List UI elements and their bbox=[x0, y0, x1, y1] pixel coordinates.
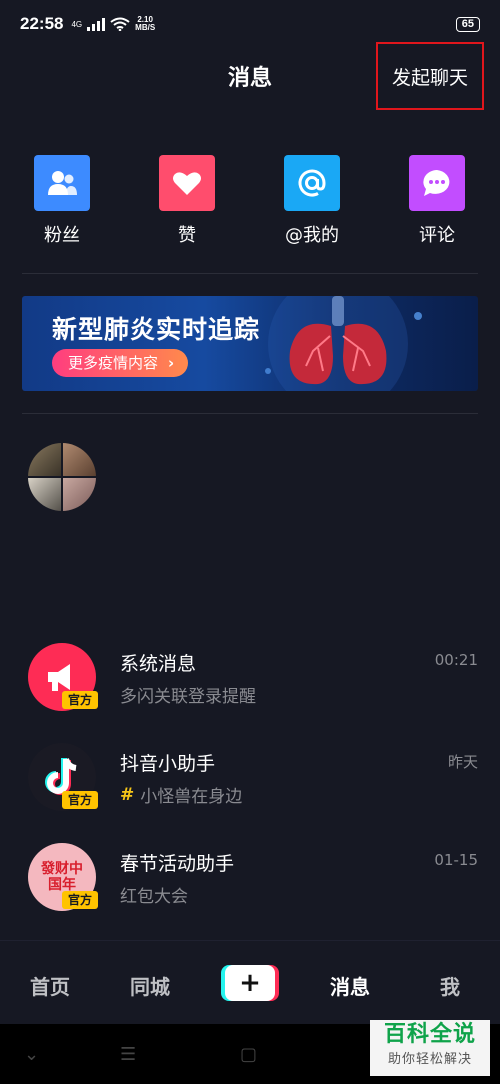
quick-action-label: @我的 bbox=[285, 225, 339, 246]
quick-actions: 粉丝 赞 @我的 评论 bbox=[0, 155, 500, 250]
divider bbox=[22, 413, 478, 414]
banner-button-label: 更多疫情内容 bbox=[68, 354, 159, 372]
avatar bbox=[28, 443, 61, 476]
message-item-spring-festival[interactable]: 發财中国年 官方 春节活动助手 红包大会 01-15 bbox=[0, 843, 500, 923]
message-item-system[interactable]: 官方 系统消息 多闪关联登录提醒 00:21 bbox=[0, 643, 500, 723]
status-time: 22:58 bbox=[20, 14, 64, 33]
wifi-icon bbox=[110, 17, 130, 31]
message-preview: 红包大会 bbox=[120, 882, 188, 907]
message-title: 系统消息 bbox=[120, 653, 197, 675]
divider bbox=[22, 273, 478, 274]
quick-action-fans[interactable]: 粉丝 bbox=[12, 155, 112, 247]
epidemic-banner[interactable]: 新型肺炎实时追踪 更多疫情内容 › bbox=[22, 296, 478, 391]
nav-menu-icon[interactable]: ☰ bbox=[120, 1044, 136, 1065]
network-label: 4G bbox=[71, 19, 83, 29]
comment-icon bbox=[409, 155, 465, 211]
banner-more-button[interactable]: 更多疫情内容 › bbox=[52, 349, 189, 377]
message-item-assistant[interactable]: 官方 抖音小助手 # 小怪兽在身边 昨天 bbox=[0, 743, 500, 823]
message-preview-text: 小怪兽在身边 bbox=[140, 787, 243, 807]
tab-home[interactable]: 首页 bbox=[30, 971, 70, 1000]
message-preview-text: 多闪关联登录提醒 bbox=[120, 687, 256, 707]
header: 消息 发起聊天 bbox=[0, 42, 500, 110]
quick-action-comments[interactable]: 评论 bbox=[387, 155, 487, 247]
fans-icon bbox=[34, 155, 90, 211]
avatar bbox=[63, 443, 96, 476]
status-bar: 22:58 4G 2.10 MB/S 65 bbox=[0, 0, 500, 48]
battery-icon: 65 bbox=[455, 16, 480, 32]
avatar-text: 發财中国年 bbox=[41, 861, 83, 893]
quick-action-mentions[interactable]: @我的 bbox=[262, 155, 362, 247]
quick-action-label: 评论 bbox=[419, 225, 455, 246]
banner-title: 新型肺炎实时追踪 bbox=[52, 315, 261, 344]
hashtag-icon: # bbox=[120, 784, 135, 805]
quick-action-likes[interactable]: 赞 bbox=[137, 155, 237, 247]
official-badge: 官方 bbox=[62, 891, 98, 909]
message-title: 春节活动助手 bbox=[120, 853, 235, 875]
avatar bbox=[28, 478, 61, 511]
chevron-right-icon: › bbox=[168, 354, 175, 372]
watermark-title: 百科全说 bbox=[383, 1022, 476, 1047]
message-preview: # 小怪兽在身边 bbox=[120, 782, 243, 808]
group-chat-avatar[interactable] bbox=[28, 443, 96, 511]
quick-action-label: 粉丝 bbox=[44, 225, 80, 246]
bottom-tab-bar: 首页 同城 + 消息 我 bbox=[0, 940, 500, 1024]
speed-unit: MB/S bbox=[135, 23, 156, 32]
watermark-subtitle: 助你轻松解决 bbox=[387, 1052, 472, 1067]
message-title: 抖音小助手 bbox=[120, 753, 216, 775]
official-badge: 官方 bbox=[62, 691, 98, 709]
plus-icon: + bbox=[225, 965, 275, 1001]
heart-icon bbox=[159, 155, 215, 211]
tab-me[interactable]: 我 bbox=[440, 971, 460, 1000]
nav-home-icon[interactable]: ▢ bbox=[240, 1044, 257, 1065]
message-preview-text: 红包大会 bbox=[120, 887, 188, 907]
start-chat-label: 发起聊天 bbox=[391, 66, 468, 89]
watermark-logo: 百科全说 助你轻松解决 bbox=[370, 1020, 490, 1076]
network-speed: 2.10 MB/S bbox=[135, 16, 155, 32]
quick-action-label: 赞 bbox=[178, 225, 196, 246]
message-preview: 多闪关联登录提醒 bbox=[120, 682, 256, 707]
avatar bbox=[63, 478, 96, 511]
official-badge: 官方 bbox=[62, 791, 98, 809]
at-icon bbox=[284, 155, 340, 211]
start-chat-button[interactable]: 发起聊天 bbox=[376, 42, 484, 110]
lungs-icon bbox=[265, 296, 422, 391]
create-button[interactable]: + bbox=[221, 965, 279, 1001]
message-time: 00:21 bbox=[434, 651, 478, 669]
nav-collapse-icon[interactable]: ⌄ bbox=[24, 1044, 39, 1065]
status-icons: 4G 2.10 MB/S bbox=[71, 16, 155, 32]
message-time: 昨天 bbox=[447, 753, 478, 771]
signal-icon bbox=[87, 17, 106, 31]
battery-level: 65 bbox=[461, 17, 474, 30]
tab-messages[interactable]: 消息 bbox=[330, 971, 370, 1000]
message-time: 01-15 bbox=[434, 851, 478, 869]
tab-city[interactable]: 同城 bbox=[130, 971, 170, 1000]
